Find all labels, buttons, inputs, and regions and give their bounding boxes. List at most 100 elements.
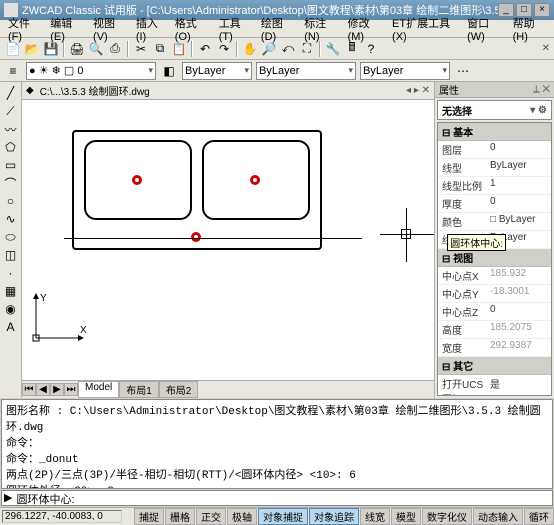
lineweight-combo[interactable]: ByLayer — [360, 62, 450, 80]
selection-label: 无选择 — [442, 103, 472, 118]
arc-icon[interactable]: ⌒ — [2, 174, 20, 192]
xline-icon[interactable]: ⟋ — [2, 102, 20, 120]
properties-grid[interactable]: ⊟ 基本图层0线型ByLayer线型比例1厚度0颜色□ ByLayer线宽ByL… — [437, 122, 552, 396]
calc-icon[interactable]: 🖩 — [343, 40, 361, 58]
prop-row[interactable]: 线型比例1 — [438, 177, 551, 195]
layer-combo[interactable]: ● ☀ ❄ ▢ 0 — [26, 62, 156, 80]
menu-bar: 文件(F)编辑(E)视图(V)插入(I)格式(O)工具(T)绘图(D)标注(N)… — [0, 20, 554, 38]
prop-row[interactable]: 线型ByLayer — [438, 159, 551, 177]
doc-close-icon[interactable]: ✕ — [542, 43, 550, 54]
status-toggle[interactable]: 捕捉 — [134, 508, 164, 525]
status-toggle[interactable]: 数字化仪 — [422, 508, 472, 525]
donut-2 — [250, 175, 260, 185]
tab-nav-button[interactable]: ⏮ — [22, 383, 36, 396]
print-icon[interactable]: 🖨 — [68, 40, 86, 58]
layout-tabs: ⏮◀▶⏭ Model布局1布局2 — [22, 380, 434, 398]
rect-icon[interactable]: ▭ — [2, 156, 20, 174]
prop-row[interactable]: 厚度0 — [438, 195, 551, 213]
open-icon[interactable]: 📂 — [23, 40, 41, 58]
status-toggle[interactable]: 模型 — [391, 508, 421, 525]
layer-toolbar: ≡ ● ☀ ❄ ▢ 0 ◧ ByLayer ByLayer ByLayer ⋯ — [0, 60, 554, 82]
line-icon[interactable]: ╱ — [2, 84, 20, 102]
zoom-prev-icon[interactable]: ⤺ — [279, 40, 297, 58]
status-toggle[interactable]: 栅格 — [165, 508, 195, 525]
status-toggle[interactable]: 动态输入 — [473, 508, 523, 525]
tab-nav-icon[interactable]: ◂ ▸ ✕ — [406, 85, 430, 96]
block-icon[interactable]: ◫ — [2, 246, 20, 264]
zoom-icon[interactable]: 🔎 — [260, 40, 278, 58]
menu-item[interactable]: ET扩展工具(X) — [388, 14, 461, 44]
prop-group[interactable]: ⊟ 其它 — [438, 357, 551, 375]
point-icon[interactable]: · — [2, 264, 20, 282]
tab-nav-button[interactable]: ▶ — [50, 383, 64, 396]
prop-icon[interactable]: 🔧 — [324, 40, 342, 58]
copy-icon[interactable]: ⧉ — [151, 40, 169, 58]
status-toggle[interactable]: 对象捕捉 — [258, 508, 308, 525]
cmd-icon: ▶ — [2, 491, 14, 505]
doc-tab-label[interactable]: C:\...\3.5.3 绘制圆环.dwg — [40, 83, 150, 98]
cut-icon[interactable]: ✂ — [132, 40, 150, 58]
tab-nav-button[interactable]: ⏭ — [64, 383, 78, 396]
prop-group[interactable]: ⊟ 视图 — [438, 249, 551, 267]
prop-row[interactable]: 中心点X185.932 — [438, 267, 551, 285]
color-combo[interactable]: ByLayer — [182, 62, 252, 80]
hatch-icon[interactable]: ▦ — [2, 282, 20, 300]
prop-row[interactable]: 中心点Z0 — [438, 303, 551, 321]
cursor-tooltip: 圆环体中心: — [447, 234, 506, 251]
tab-nav-button[interactable]: ◀ — [36, 383, 50, 396]
crosshair-cursor — [400, 228, 414, 242]
selection-dropdown-icon[interactable]: ▾ ⚙ — [530, 105, 547, 116]
status-toggle[interactable]: 极轴 — [227, 508, 257, 525]
drawing-area: ◆ C:\...\3.5.3 绘制圆环.dwg ◂ ▸ ✕ 圆环体中心: X — [22, 82, 434, 398]
prop-row[interactable]: 打开UCS图标是 — [438, 375, 551, 396]
layout-tab[interactable]: 布局1 — [119, 381, 159, 398]
doc-tab-bar: ◆ C:\...\3.5.3 绘制圆环.dwg ◂ ▸ ✕ — [22, 82, 434, 100]
save-icon[interactable]: 💾 — [42, 40, 60, 58]
status-toggle[interactable]: 循环 — [524, 508, 554, 525]
redo-icon[interactable]: ↷ — [215, 40, 233, 58]
spline-icon[interactable]: ∿ — [2, 210, 20, 228]
preview-icon[interactable]: 🔍 — [87, 40, 105, 58]
drawing-content — [72, 130, 322, 250]
menu-item[interactable]: 窗口(W) — [463, 14, 507, 44]
region-icon[interactable]: ◉ — [2, 300, 20, 318]
publish-icon[interactable]: ⎙ — [106, 40, 124, 58]
undo-icon[interactable]: ↶ — [196, 40, 214, 58]
ltype-mgr-icon[interactable]: ⋯ — [454, 62, 472, 80]
command-input[interactable] — [77, 491, 552, 505]
svg-text:Y: Y — [40, 293, 47, 304]
coordinates: 296.1227, -40.0083, 0 — [2, 510, 122, 523]
circle-icon[interactable]: ○ — [2, 192, 20, 210]
polygon-icon[interactable]: ⬠ — [2, 138, 20, 156]
prop-row[interactable]: 中心点Y-18.3001 — [438, 285, 551, 303]
prop-row[interactable]: 颜色□ ByLayer — [438, 213, 551, 231]
linetype-combo[interactable]: ByLayer — [256, 62, 356, 80]
command-input-row: ▶ 圆环体中心: — [1, 490, 553, 506]
command-history: 图形名称 : C:\Users\Administrator\Desktop\图文… — [1, 399, 553, 489]
paste-icon[interactable]: 📋 — [170, 40, 188, 58]
pan-icon[interactable]: ✋ — [241, 40, 259, 58]
ellipse-icon[interactable]: ⬭ — [2, 228, 20, 246]
donut-1 — [132, 175, 142, 185]
prop-row[interactable]: 宽度292.9387 — [438, 339, 551, 357]
menu-item[interactable]: 帮助(H) — [509, 14, 550, 44]
layer-mgr-icon[interactable]: ≡ — [4, 62, 22, 80]
prop-row[interactable]: 图层0 — [438, 141, 551, 159]
prop-row[interactable]: 高度185.2075 — [438, 321, 551, 339]
layout-tab[interactable]: Model — [78, 381, 119, 398]
status-toggle[interactable]: 线宽 — [360, 508, 390, 525]
model-viewport[interactable]: 圆环体中心: X Y — [22, 100, 434, 380]
status-toggle[interactable]: 对象追踪 — [309, 508, 359, 525]
pline-icon[interactable]: 〰 — [2, 120, 20, 138]
text-icon[interactable]: A — [2, 318, 20, 336]
new-icon[interactable]: 📄 — [4, 40, 22, 58]
doc-tab-icon: ◆ — [26, 85, 34, 96]
zoom-ext-icon[interactable]: ⛶ — [298, 40, 316, 58]
prop-group[interactable]: ⊟ 基本 — [438, 123, 551, 141]
status-toggle[interactable]: 正交 — [196, 508, 226, 525]
layer-tool-icon[interactable]: ◧ — [160, 62, 178, 80]
help-icon[interactable]: ? — [362, 40, 380, 58]
layout-tab[interactable]: 布局2 — [159, 381, 199, 398]
svg-text:X: X — [80, 325, 87, 336]
panel-close-icon[interactable]: ⟂ ✕ — [533, 84, 550, 95]
